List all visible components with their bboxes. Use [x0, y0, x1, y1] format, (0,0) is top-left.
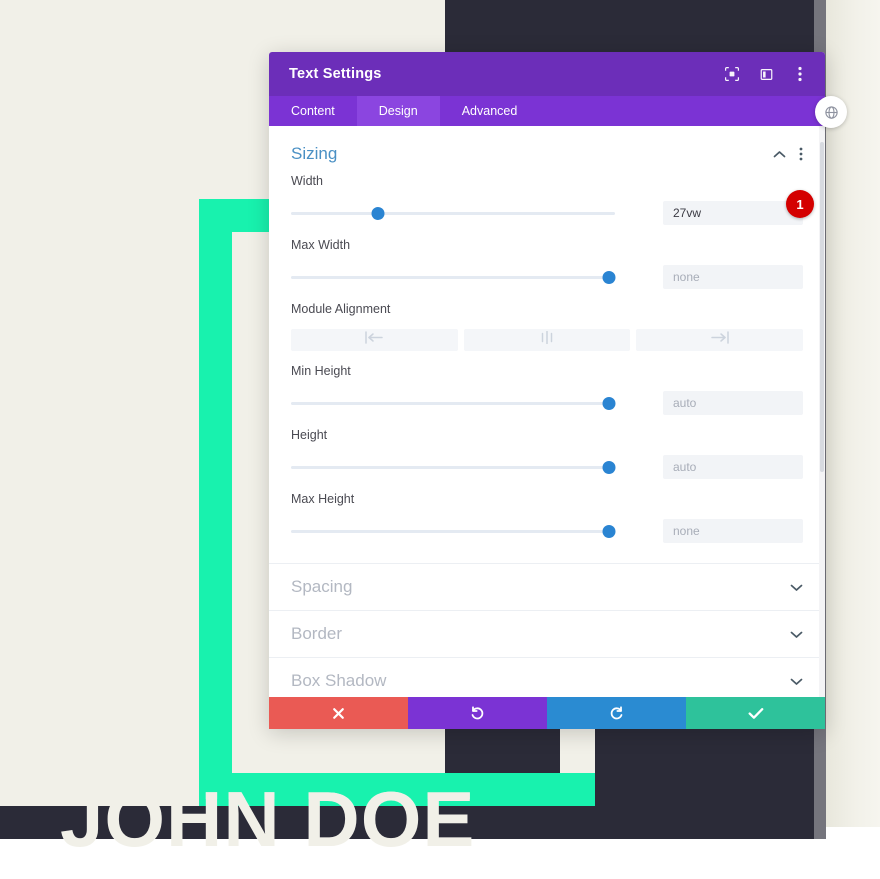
field-height: auto — [291, 455, 803, 479]
slider-track — [291, 402, 615, 405]
save-button[interactable] — [686, 697, 825, 729]
section-title-spacing: Spacing — [291, 577, 353, 596]
slider-max-height[interactable] — [291, 524, 616, 538]
modal-title: Text Settings — [289, 66, 382, 82]
globe-icon — [824, 105, 839, 120]
modal-footer — [269, 697, 825, 729]
tab-design[interactable]: Design — [356, 96, 440, 126]
modal-tab-bar: Content Design Advanced — [269, 96, 825, 126]
chevron-down-icon[interactable] — [790, 583, 803, 592]
background-dark-top-panel — [445, 0, 826, 52]
value-input-max-height[interactable]: none — [663, 519, 803, 543]
collapsed-sections: Spacing Border Box Shadow — [269, 563, 825, 697]
close-x-icon — [332, 707, 345, 720]
cancel-button[interactable] — [269, 697, 408, 729]
undo-button[interactable] — [408, 697, 547, 729]
checkmark-icon — [748, 707, 764, 720]
text-settings-modal: Text Settings Content Design Advanced Si… — [269, 52, 825, 729]
sizing-fields: Width 27vw Max Width none Module Alignme… — [269, 172, 825, 563]
slider-width[interactable] — [291, 206, 615, 220]
section-header-icons — [773, 147, 803, 161]
slider-track — [291, 212, 615, 215]
panel-layout-icon[interactable] — [757, 65, 775, 83]
titlebar-actions — [723, 65, 809, 83]
label-width: Width — [291, 174, 323, 188]
value-input-min-height[interactable]: auto — [663, 391, 803, 415]
slider-track — [291, 530, 615, 533]
label-min-height: Min Height — [291, 364, 351, 378]
section-kebab-menu-icon[interactable] — [799, 147, 803, 161]
module-alignment-group — [291, 329, 804, 351]
tab-content[interactable]: Content — [269, 96, 357, 126]
label-height: Height — [291, 428, 328, 442]
kebab-menu-icon[interactable] — [791, 65, 809, 83]
section-spacing[interactable]: Spacing — [269, 564, 825, 611]
label-max-width: Max Width — [291, 238, 351, 252]
field-max-width: none — [291, 265, 803, 289]
slider-thumb-max-width[interactable] — [602, 271, 616, 284]
modal-titlebar: Text Settings — [269, 52, 825, 96]
value-input-width[interactable]: 27vw — [663, 201, 803, 225]
slider-thumb-max-height[interactable] — [602, 525, 616, 538]
value-input-height[interactable]: auto — [663, 455, 803, 479]
slider-min-height[interactable] — [291, 396, 616, 410]
field-max-height: none — [291, 519, 803, 543]
slider-track — [291, 276, 615, 279]
label-module-alignment: Module Alignment — [291, 302, 391, 316]
slider-thumb-width[interactable] — [371, 207, 385, 220]
align-left-icon — [364, 331, 384, 349]
align-right-button[interactable] — [636, 329, 804, 351]
align-center-icon — [537, 330, 557, 349]
label-max-height: Max Height — [291, 492, 355, 506]
section-header-sizing[interactable]: Sizing — [269, 126, 825, 172]
section-title-sizing: Sizing — [291, 144, 338, 163]
slider-thumb-height[interactable] — [602, 461, 616, 474]
align-center-button[interactable] — [463, 329, 631, 351]
slider-track — [291, 466, 615, 469]
slider-thumb-min-height[interactable] — [602, 397, 616, 410]
background-right-gradient — [826, 0, 880, 879]
background-dark-small-block — [445, 728, 560, 773]
value-input-max-width[interactable]: none — [663, 265, 803, 289]
field-min-height: auto — [291, 391, 803, 415]
redo-icon — [609, 705, 624, 721]
modal-scrollbar-thumb[interactable] — [820, 142, 824, 472]
align-right-icon — [710, 331, 730, 349]
chevron-down-icon[interactable] — [790, 677, 803, 686]
chevron-up-icon[interactable] — [773, 150, 786, 159]
slider-max-width[interactable] — [291, 270, 616, 284]
chevron-down-icon[interactable] — [790, 630, 803, 639]
section-border[interactable]: Border — [269, 611, 825, 658]
slider-height[interactable] — [291, 460, 616, 474]
focus-target-icon[interactable] — [723, 65, 741, 83]
section-box-shadow[interactable]: Box Shadow — [269, 658, 825, 697]
align-left-button[interactable] — [291, 329, 458, 351]
undo-icon — [470, 705, 485, 721]
globe-button[interactable] — [815, 96, 847, 128]
tab-advanced[interactable]: Advanced — [440, 96, 540, 126]
section-title-border: Border — [291, 624, 343, 643]
field-width: 27vw — [291, 201, 803, 225]
notification-badge: 1 — [786, 190, 814, 218]
modal-body: Sizing Width 27vw Max Width none Module … — [269, 126, 825, 697]
redo-button[interactable] — [547, 697, 686, 729]
section-title-box-shadow: Box Shadow — [291, 671, 387, 690]
